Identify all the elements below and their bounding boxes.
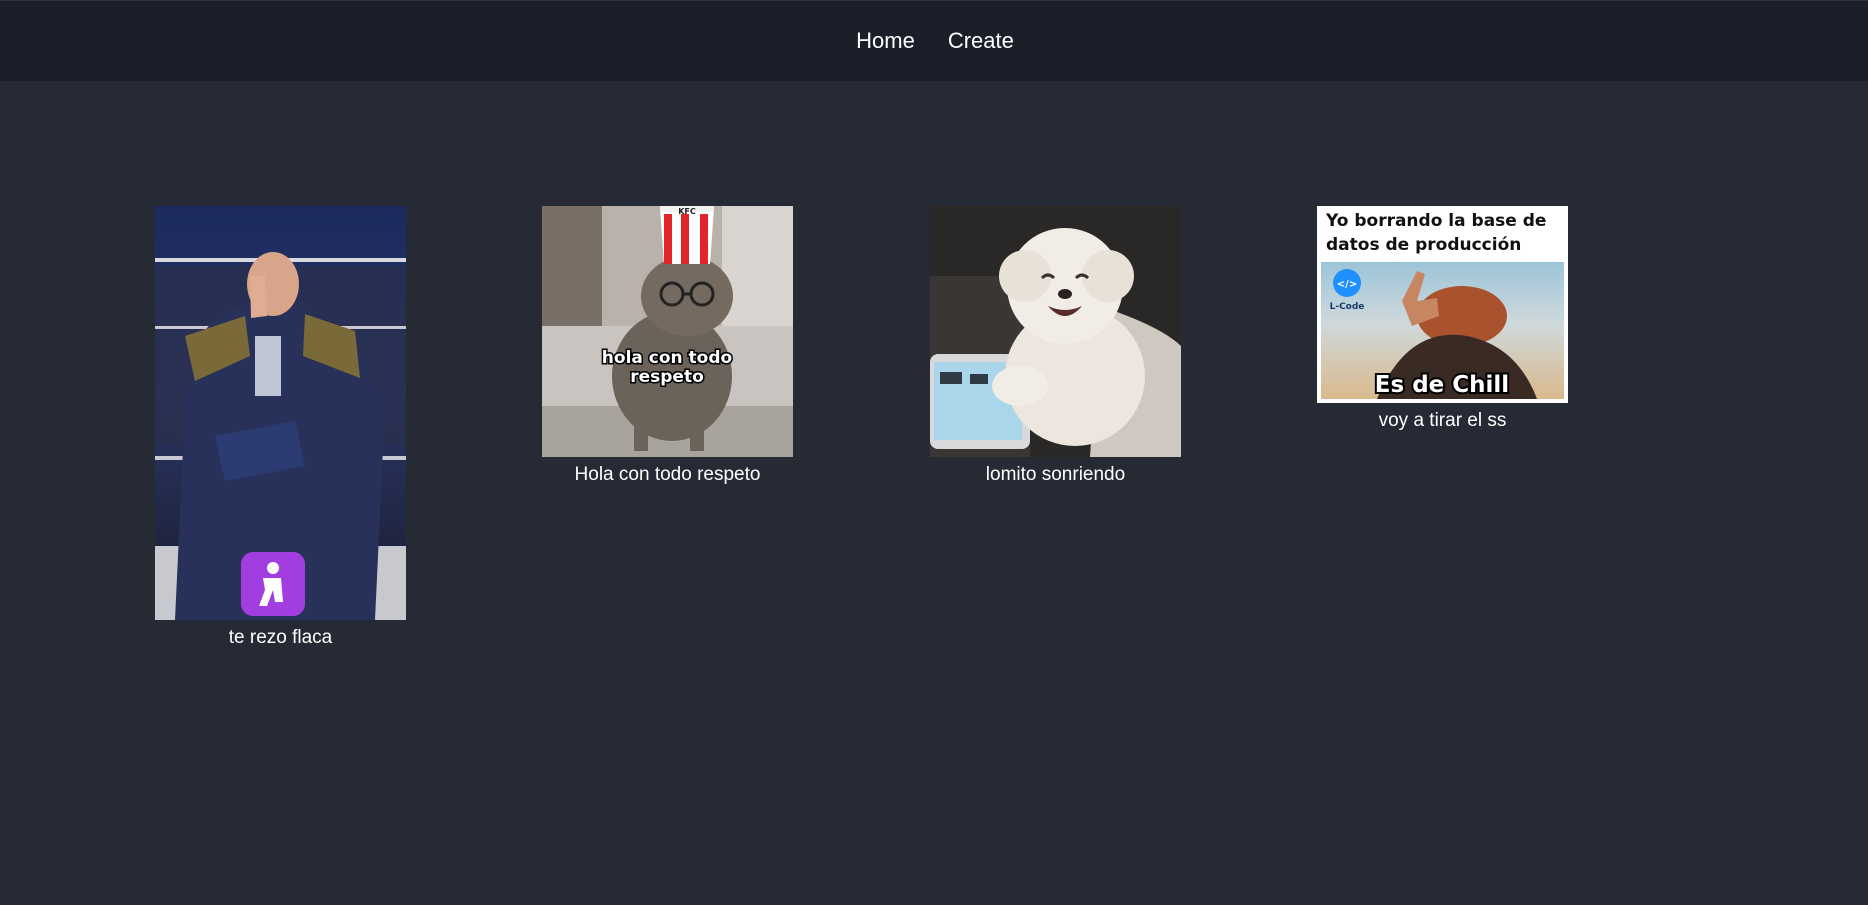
svg-text:L-Code: L-Code [1330, 302, 1365, 312]
post-card[interactable]: KFC hola con todo respeto Hola con todo … [542, 206, 793, 486]
post-caption: voy a tirar el ss [1378, 410, 1507, 431]
nav-create-link[interactable]: Create [946, 28, 1014, 54]
meme-header-text: Yo borrando la base de [1325, 211, 1546, 231]
svg-text:</>: </> [1337, 279, 1357, 290]
post-card[interactable]: te rezo flaca [155, 206, 406, 649]
svg-text:KFC: KFC [678, 207, 696, 216]
post-card[interactable]: lomito sonriendo [930, 206, 1181, 486]
nav-home-link[interactable]: Home [854, 28, 915, 54]
meme-header-text: datos de producción [1326, 235, 1521, 255]
post-image-cat[interactable]: KFC hola con todo respeto [542, 206, 793, 457]
post-caption: te rezo flaca [228, 627, 333, 648]
meme-overlay-text: hola con todo [602, 348, 732, 368]
post-image-dog[interactable] [930, 206, 1181, 457]
post-caption: Hola con todo respeto [574, 464, 761, 485]
post-image-praying[interactable] [155, 206, 406, 620]
top-navbar: Home Create [0, 0, 1868, 81]
post-card[interactable]: Yo borrando la base de datos de producci… [1317, 206, 1568, 432]
post-image-chill-meme[interactable]: Yo borrando la base de datos de producci… [1317, 206, 1568, 403]
post-caption: lomito sonriendo [985, 464, 1126, 485]
meme-overlay-text: respeto [630, 367, 704, 387]
meme-bottom-text: Es de Chill [1375, 372, 1509, 398]
